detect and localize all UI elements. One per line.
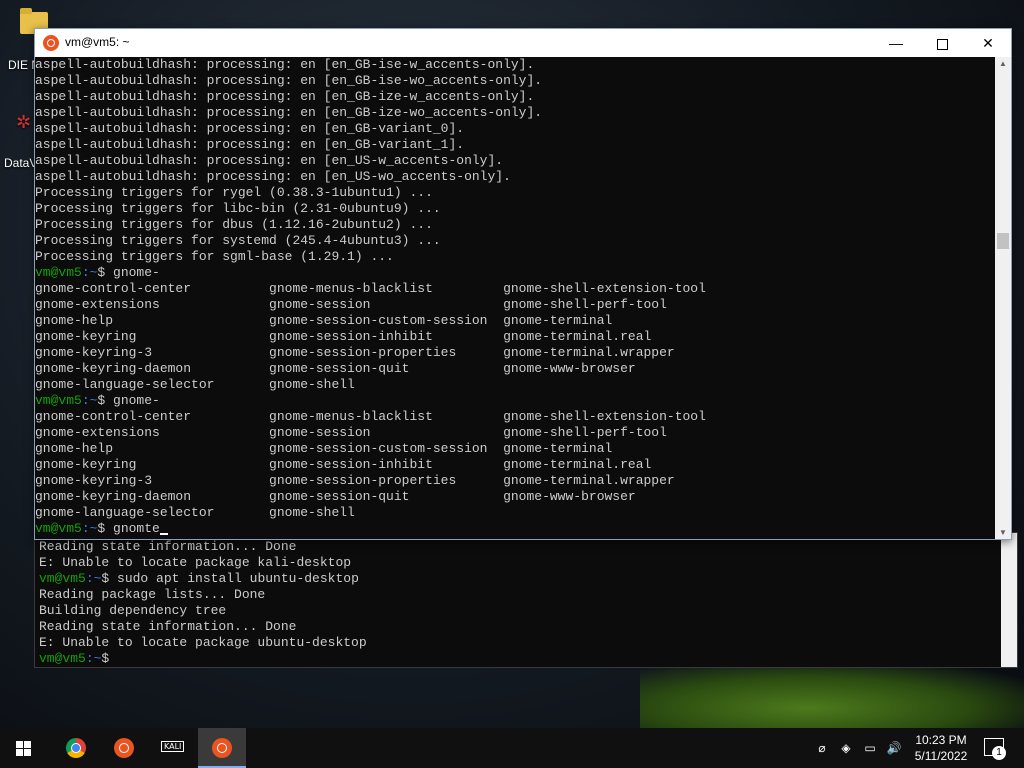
start-button[interactable] — [0, 728, 48, 768]
background-terminal-scrollbar[interactable] — [1001, 533, 1017, 667]
prompt-command: $ sudo apt install ubuntu-desktop — [101, 571, 359, 586]
output-line: gnome-keyring gnome-session-inhibit gnom… — [35, 329, 652, 344]
maximize-button[interactable] — [919, 29, 965, 57]
output-line: aspell-autobuildhash: processing: en [en… — [35, 89, 535, 104]
prompt-path: :~ — [81, 265, 98, 280]
output-line: gnome-extensions gnome-session gnome-she… — [35, 297, 667, 312]
ubuntu-icon — [43, 35, 59, 51]
title-bar[interactable]: vm@vm5: ~ — ✕ — [35, 29, 1011, 57]
scroll-down-icon[interactable]: ▼ — [995, 528, 1011, 537]
output-line: Reading state information... Done — [39, 619, 297, 634]
taskbar-ubuntu-2[interactable] — [198, 728, 246, 768]
prompt-command: $ gnomte — [97, 521, 160, 536]
prompt-user: vm@vm5 — [35, 393, 82, 408]
output-line: gnome-keyring-daemon gnome-session-quit … — [35, 489, 636, 504]
clock[interactable]: 10:23 PM 5/11/2022 — [908, 732, 974, 764]
output-line: aspell-autobuildhash: processing: en [en… — [35, 121, 465, 136]
background-terminal-output: Reading state information... Done E: Unab… — [39, 539, 367, 667]
security-icon[interactable]: ◈ — [838, 740, 854, 756]
output-line: Processing triggers for systemd (245.4-4… — [35, 233, 441, 248]
output-line: E: Unable to locate package kali-desktop — [39, 555, 352, 570]
prompt-path: :~ — [81, 521, 98, 536]
prompt-user: vm@vm5 — [35, 521, 82, 536]
network-off-icon[interactable]: ⌀ — [814, 740, 830, 756]
prompt-command: $ — [101, 651, 110, 666]
ubuntu-icon — [114, 738, 134, 758]
output-line: Reading package lists... Done — [39, 587, 266, 602]
output-line: gnome-control-center gnome-menus-blackli… — [35, 281, 706, 296]
output-line: Reading state information... Done — [39, 539, 297, 554]
prompt-path: :~ — [85, 651, 102, 666]
output-line: aspell-autobuildhash: processing: en [en… — [35, 73, 543, 88]
prompt-user: vm@vm5 — [39, 571, 86, 586]
terminal-content[interactable]: aspell-autobuildhash: processing: en [en… — [35, 57, 995, 539]
clock-date: 5/11/2022 — [914, 749, 968, 763]
taskbar-chrome[interactable] — [52, 728, 100, 768]
prompt-line: vm@vm5:~$ gnome- — [35, 265, 995, 281]
maximize-icon — [936, 38, 948, 50]
terminal-scrollbar[interactable]: ▲ ▼ — [995, 57, 1011, 539]
scroll-up-icon[interactable]: ▲ — [995, 59, 1011, 68]
output-line: gnome-keyring gnome-session-inhibit gnom… — [35, 457, 652, 472]
taskbar-ubuntu-1[interactable] — [100, 728, 148, 768]
scroll-thumb[interactable] — [997, 233, 1009, 249]
background-terminal-window[interactable]: Reading state information... Done E: Unab… — [34, 532, 1018, 668]
output-line: gnome-keyring-daemon gnome-session-quit … — [35, 361, 636, 376]
output-line: E: Unable to locate package ubuntu-deskt… — [39, 635, 367, 650]
minimize-button[interactable]: — — [873, 29, 919, 57]
output-line: Processing triggers for libc-bin (2.31-0… — [35, 201, 441, 216]
taskbar: KALI ⌀ ◈ ▭ 🔊 10:23 PM 5/11/2022 1 — [0, 728, 1024, 768]
taskbar-kali[interactable]: KALI — [148, 728, 196, 768]
close-button[interactable]: ✕ — [965, 29, 1011, 57]
terminal-output: aspell-autobuildhash: processing: en [en… — [35, 57, 995, 537]
output-line: aspell-autobuildhash: processing: en [en… — [35, 169, 511, 184]
prompt-command: $ gnome- — [97, 265, 160, 280]
output-line: aspell-autobuildhash: processing: en [en… — [35, 137, 465, 152]
output-line: gnome-control-center gnome-menus-blackli… — [35, 409, 706, 424]
output-line: aspell-autobuildhash: processing: en [en… — [35, 57, 535, 72]
output-line: aspell-autobuildhash: processing: en [en… — [35, 153, 504, 168]
ubuntu-icon — [212, 738, 232, 758]
desktop-icon-label-datav[interactable]: DataV — [4, 156, 37, 170]
prompt-line: vm@vm5:~$ gnome- — [35, 393, 995, 409]
prompt-line: vm@vm5:~$ sudo apt install ubuntu-deskto… — [39, 571, 367, 587]
output-line: aspell-autobuildhash: processing: en [en… — [35, 105, 543, 120]
display-icon[interactable]: ▭ — [862, 740, 878, 756]
prompt-path: :~ — [85, 571, 102, 586]
output-line: gnome-extensions gnome-session gnome-she… — [35, 425, 667, 440]
app-shortcut-icon[interactable]: ✲ — [16, 112, 31, 133]
output-line: Building dependency tree — [39, 603, 227, 618]
prompt-path: :~ — [81, 393, 98, 408]
output-line: Processing triggers for sgml-base (1.29.… — [35, 249, 394, 264]
output-line: gnome-help gnome-session-custom-session … — [35, 441, 613, 456]
chrome-icon — [66, 738, 86, 758]
output-line: gnome-language-selector gnome-shell — [35, 377, 355, 392]
output-line: gnome-language-selector gnome-shell — [35, 505, 355, 520]
output-line: gnome-keyring-3 gnome-session-properties… — [35, 345, 675, 360]
prompt-user: vm@vm5 — [35, 265, 82, 280]
clock-time: 10:23 PM — [915, 733, 967, 747]
windows-logo-icon — [16, 741, 31, 756]
prompt-user: vm@vm5 — [39, 651, 86, 666]
volume-icon[interactable]: 🔊 — [886, 740, 902, 756]
notification-badge: 1 — [992, 746, 1006, 760]
prompt-line: vm@vm5:~$ — [39, 651, 367, 667]
text-cursor — [159, 533, 168, 535]
output-line: gnome-help gnome-session-custom-session … — [35, 313, 613, 328]
window-title: vm@vm5: ~ — [65, 35, 130, 49]
kali-icon: KALI — [161, 741, 185, 752]
output-line: gnome-keyring-3 gnome-session-properties… — [35, 473, 675, 488]
output-line: Processing triggers for rygel (0.38.3-1u… — [35, 185, 433, 200]
prompt-command: $ gnome- — [97, 393, 160, 408]
prompt-line: vm@vm5:~$ gnomte — [35, 521, 995, 537]
terminal-window[interactable]: vm@vm5: ~ — ✕ aspell-autobuildhash: proc… — [34, 28, 1012, 540]
output-line: Processing triggers for dbus (1.12.16-2u… — [35, 217, 433, 232]
